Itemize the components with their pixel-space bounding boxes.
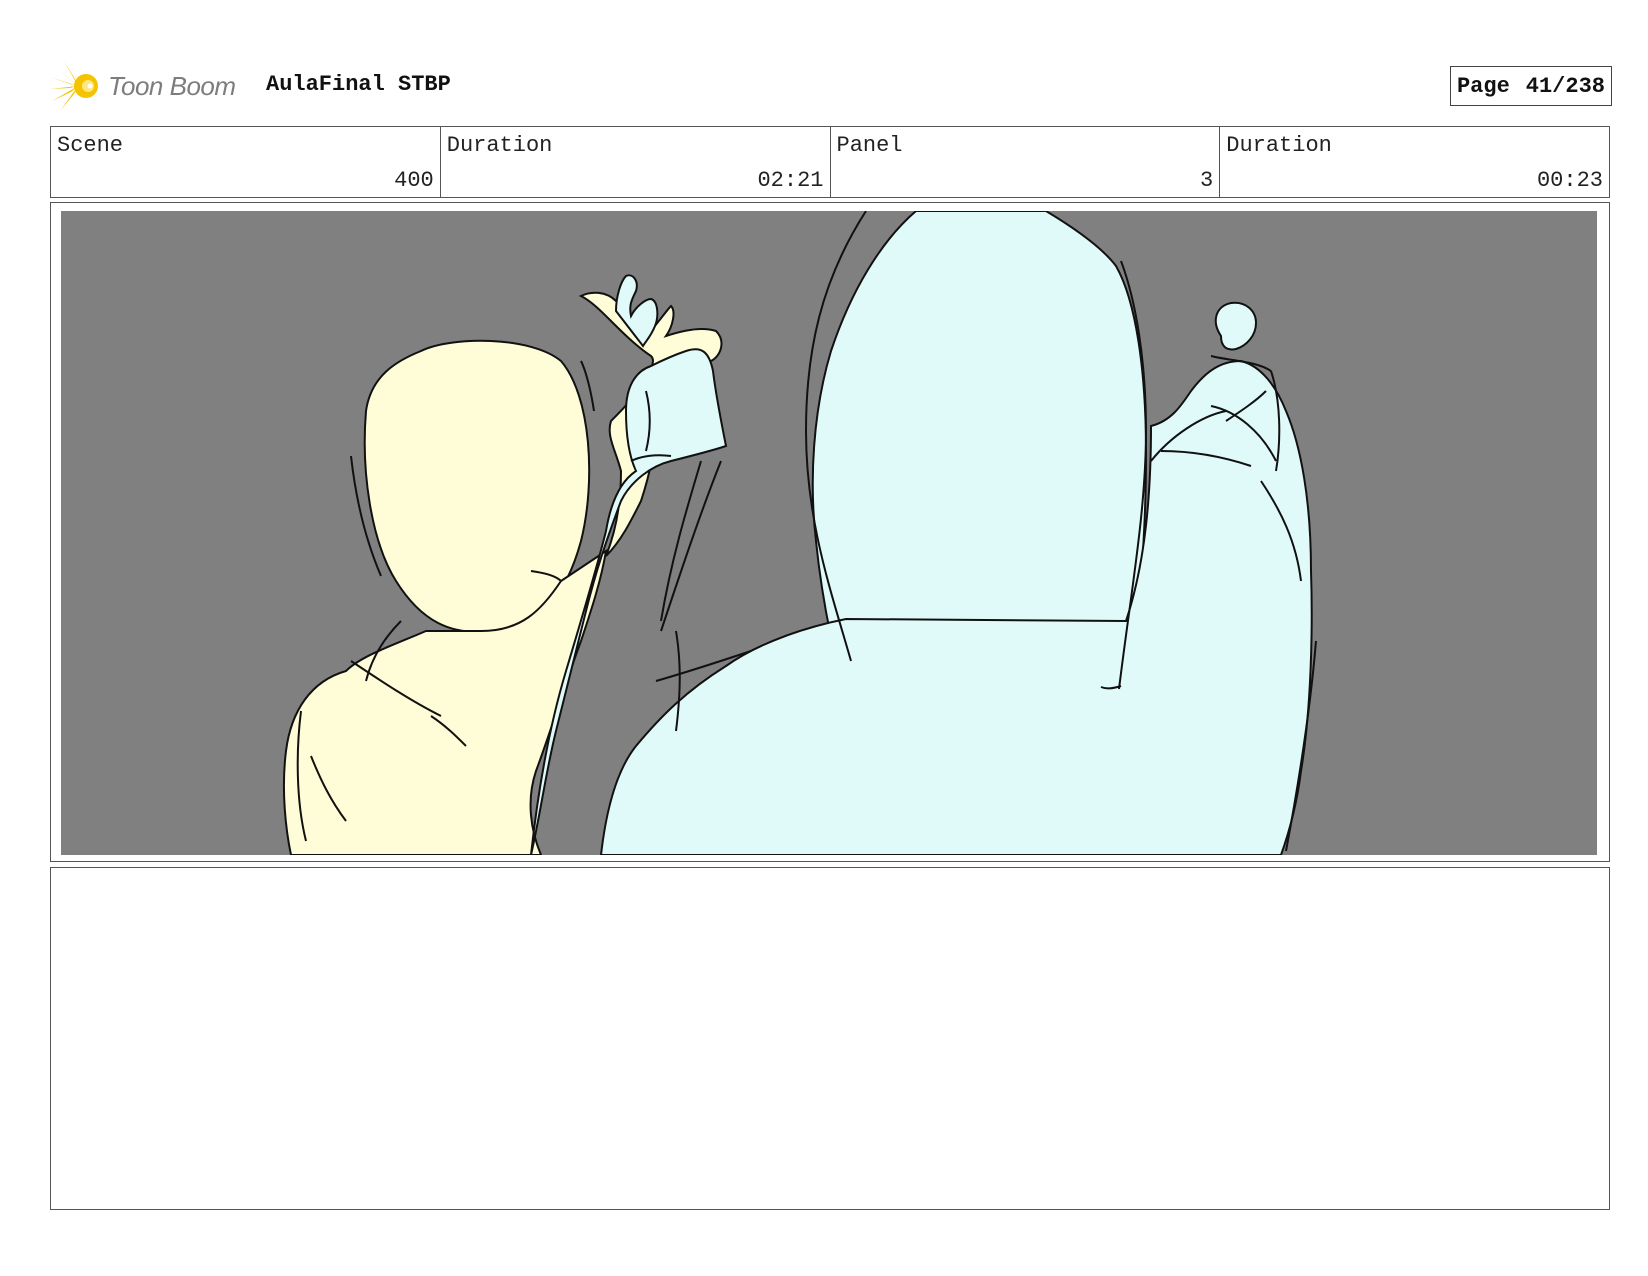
page-indicator: Page 41/238 xyxy=(1449,66,1612,106)
page-header: Toon Boom AulaFinal STBP Page 41/238 xyxy=(50,58,1612,114)
panel-duration-label: Duration xyxy=(1226,133,1332,158)
storyboard-panel-frame xyxy=(50,202,1610,862)
scene-info-row: Scene 400 Duration 02:21 Panel 3 Duratio… xyxy=(50,126,1610,198)
panel-value: 3 xyxy=(1200,168,1214,193)
project-title: AulaFinal STBP xyxy=(266,72,451,97)
toon-boom-logo: Toon Boom xyxy=(50,58,236,114)
panel-duration-cell: Duration 00:23 xyxy=(1220,127,1609,197)
panel-label: Panel xyxy=(836,133,903,158)
storyboard-drawing xyxy=(61,211,1597,855)
panel-duration-value: 00:23 xyxy=(1536,168,1603,193)
logo-text: Toon Boom xyxy=(108,70,236,101)
toon-boom-starburst-icon xyxy=(50,61,98,111)
page-number: 41/238 xyxy=(1525,73,1605,99)
scene-value: 400 xyxy=(394,168,434,193)
scene-cell: Scene 400 xyxy=(51,127,441,197)
panel-notes-box[interactable] xyxy=(50,867,1610,1210)
scene-duration-cell: Duration 02:21 xyxy=(441,127,831,197)
scene-label: Scene xyxy=(57,133,124,158)
page-label: Page xyxy=(1456,73,1510,99)
right-figure-head xyxy=(811,211,1148,682)
scene-duration-value: 02:21 xyxy=(757,168,824,193)
scene-duration-label: Duration xyxy=(446,133,553,158)
panel-cell: Panel 3 xyxy=(831,127,1221,197)
